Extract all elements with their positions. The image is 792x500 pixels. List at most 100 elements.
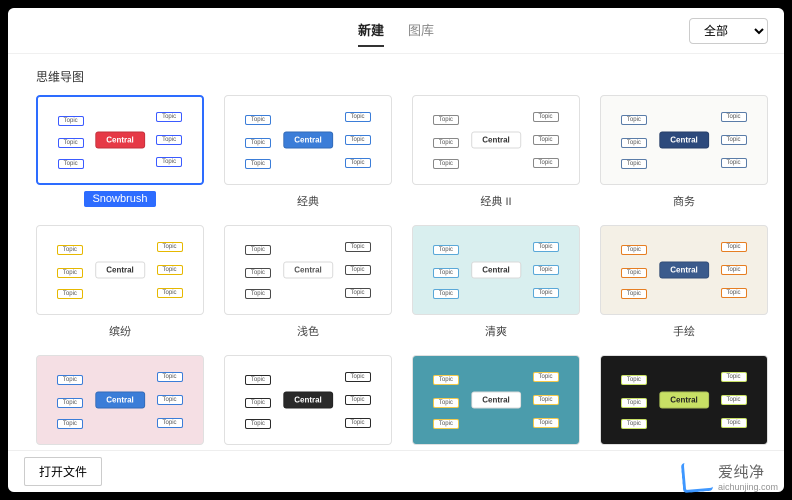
topic-node: Topic [721, 135, 747, 145]
topic-node: Topic [157, 288, 183, 298]
template-thumbnail: CentralTopicTopicTopicTopicTopicTopic [600, 355, 768, 445]
topic-node: Topic [345, 265, 371, 275]
template-card[interactable]: CentralTopicTopicTopicTopicTopicTopic浅色 [224, 225, 392, 341]
topic-node: Topic [621, 245, 647, 255]
template-thumbnail: CentralTopicTopicTopicTopicTopicTopic [36, 95, 204, 185]
template-card[interactable]: CentralTopicTopicTopicTopicTopicTopic经典 … [412, 95, 580, 211]
template-thumbnail: CentralTopicTopicTopicTopicTopicTopic [412, 225, 580, 315]
template-thumbnail: CentralTopicTopicTopicTopicTopicTopic [36, 355, 204, 445]
topic-node: Topic [345, 395, 371, 405]
topic-node: Topic [433, 289, 459, 299]
topic-node: Topic [58, 138, 84, 148]
central-node: Central [471, 132, 521, 149]
topic-node: Topic [621, 268, 647, 278]
template-label: 浅色 [289, 321, 327, 341]
app-window: 新建 图库 全部 思维导图 CentralTopicTopicTopicTopi… [8, 8, 784, 492]
topic-node: Topic [57, 268, 83, 278]
template-grid: CentralTopicTopicTopicTopicTopicTopicSno… [36, 95, 756, 450]
topic-node: Topic [621, 289, 647, 299]
topic-node: Topic [621, 159, 647, 169]
template-card[interactable]: CentralTopicTopicTopicTopicTopicTopic清爽 [412, 225, 580, 341]
topic-node: Topic [533, 372, 559, 382]
topic-node: Topic [533, 135, 559, 145]
topic-node: Topic [621, 419, 647, 429]
header: 新建 图库 全部 [8, 8, 784, 54]
template-label: 经典 II [472, 191, 519, 211]
topic-node: Topic [433, 419, 459, 429]
template-thumbnail: CentralTopicTopicTopicTopicTopicTopic [224, 225, 392, 315]
central-node: Central [95, 392, 145, 409]
topic-node: Topic [156, 112, 182, 122]
topic-node: Topic [157, 372, 183, 382]
template-card[interactable]: CentralTopicTopicTopicTopicTopicTopic正式 [224, 355, 392, 450]
topic-node: Topic [721, 418, 747, 428]
central-node: Central [283, 392, 333, 409]
footer: 打开文件 [8, 450, 784, 492]
topic-node: Topic [433, 375, 459, 385]
template-thumbnail: CentralTopicTopicTopicTopicTopicTopic [224, 95, 392, 185]
topic-node: Topic [433, 398, 459, 408]
filter-select[interactable]: 全部 [689, 18, 768, 44]
topic-node: Topic [345, 418, 371, 428]
topic-node: Topic [245, 419, 271, 429]
topic-node: Topic [245, 159, 271, 169]
template-card[interactable]: CentralTopicTopicTopicTopicTopicTopic缤纷 [36, 225, 204, 341]
topic-node: Topic [245, 398, 271, 408]
topic-node: Topic [157, 395, 183, 405]
topic-node: Topic [533, 158, 559, 168]
template-card[interactable]: CentralTopicTopicTopicTopicTopicTopic派对 [36, 355, 204, 450]
topic-node: Topic [345, 372, 371, 382]
topic-node: Topic [245, 138, 271, 148]
central-node: Central [283, 262, 333, 279]
template-card[interactable]: CentralTopicTopicTopicTopicTopicTopic手绘 [600, 225, 768, 341]
topic-node: Topic [157, 418, 183, 428]
topic-node: Topic [245, 289, 271, 299]
topic-node: Topic [433, 245, 459, 255]
tabs: 新建 图库 [358, 14, 434, 47]
topic-node: Topic [57, 375, 83, 385]
template-thumbnail: Central Topic Topic Topic Topic Topic Topic [412, 355, 580, 445]
topic-node: Topic [433, 138, 459, 148]
central-node: Central [95, 262, 145, 279]
topic-node: Topic [533, 288, 559, 298]
template-thumbnail: CentralTopicTopicTopicTopicTopicTopic [412, 95, 580, 185]
topic-node: Topic [621, 138, 647, 148]
topic-node: Topic [157, 265, 183, 275]
template-card[interactable]: CentralTopicTopicTopicTopicTopicTopic经典 [224, 95, 392, 211]
central-node: Central [283, 132, 333, 149]
topic-node: Topic [621, 375, 647, 385]
topic-node: Topic [156, 157, 182, 167]
topic-node: Topic [156, 135, 182, 145]
template-thumbnail: CentralTopicTopicTopicTopicTopicTopic [600, 95, 768, 185]
topic-node: Topic [58, 159, 84, 169]
topic-node: Topic [345, 135, 371, 145]
template-card[interactable]: CentralTopicTopicTopicTopicTopicTopicSno… [36, 95, 204, 211]
topic-node: Topic [433, 268, 459, 278]
template-card[interactable]: CentralTopicTopicTopicTopicTopicTopic商务 [600, 95, 768, 211]
tab-new[interactable]: 新建 [358, 14, 384, 47]
topic-node: Topic [57, 398, 83, 408]
topic-node: Topic [533, 418, 559, 428]
tab-gallery[interactable]: 图库 [408, 14, 434, 47]
template-card[interactable]: CentralTopicTopicTopicTopicTopicTopic海洋 [412, 355, 580, 450]
topic-node: Topic [345, 288, 371, 298]
template-label: 清爽 [477, 321, 515, 341]
topic-node: Topic [533, 265, 559, 275]
topic-node: Topic [721, 288, 747, 298]
central-node: Central [95, 132, 145, 149]
template-thumbnail: CentralTopicTopicTopicTopicTopicTopic [224, 355, 392, 445]
filter-dropdown[interactable]: 全部 [689, 18, 768, 44]
template-label: 商务 [665, 191, 703, 211]
topic-node: Topic [721, 242, 747, 252]
topic-node: Topic [57, 289, 83, 299]
topic-node: Topic [721, 158, 747, 168]
template-label: 经典 [289, 191, 327, 211]
template-thumbnail: CentralTopicTopicTopicTopicTopicTopic [600, 225, 768, 315]
topic-node: Topic [245, 268, 271, 278]
open-file-button[interactable]: 打开文件 [24, 457, 102, 486]
central-node: Central [471, 392, 521, 409]
topic-node: Topic [345, 158, 371, 168]
topic-node: Topic [533, 395, 559, 405]
template-card[interactable]: CentralTopicTopicTopicTopicTopicTopic浓卡 [600, 355, 768, 450]
topic-node: Topic [721, 112, 747, 122]
